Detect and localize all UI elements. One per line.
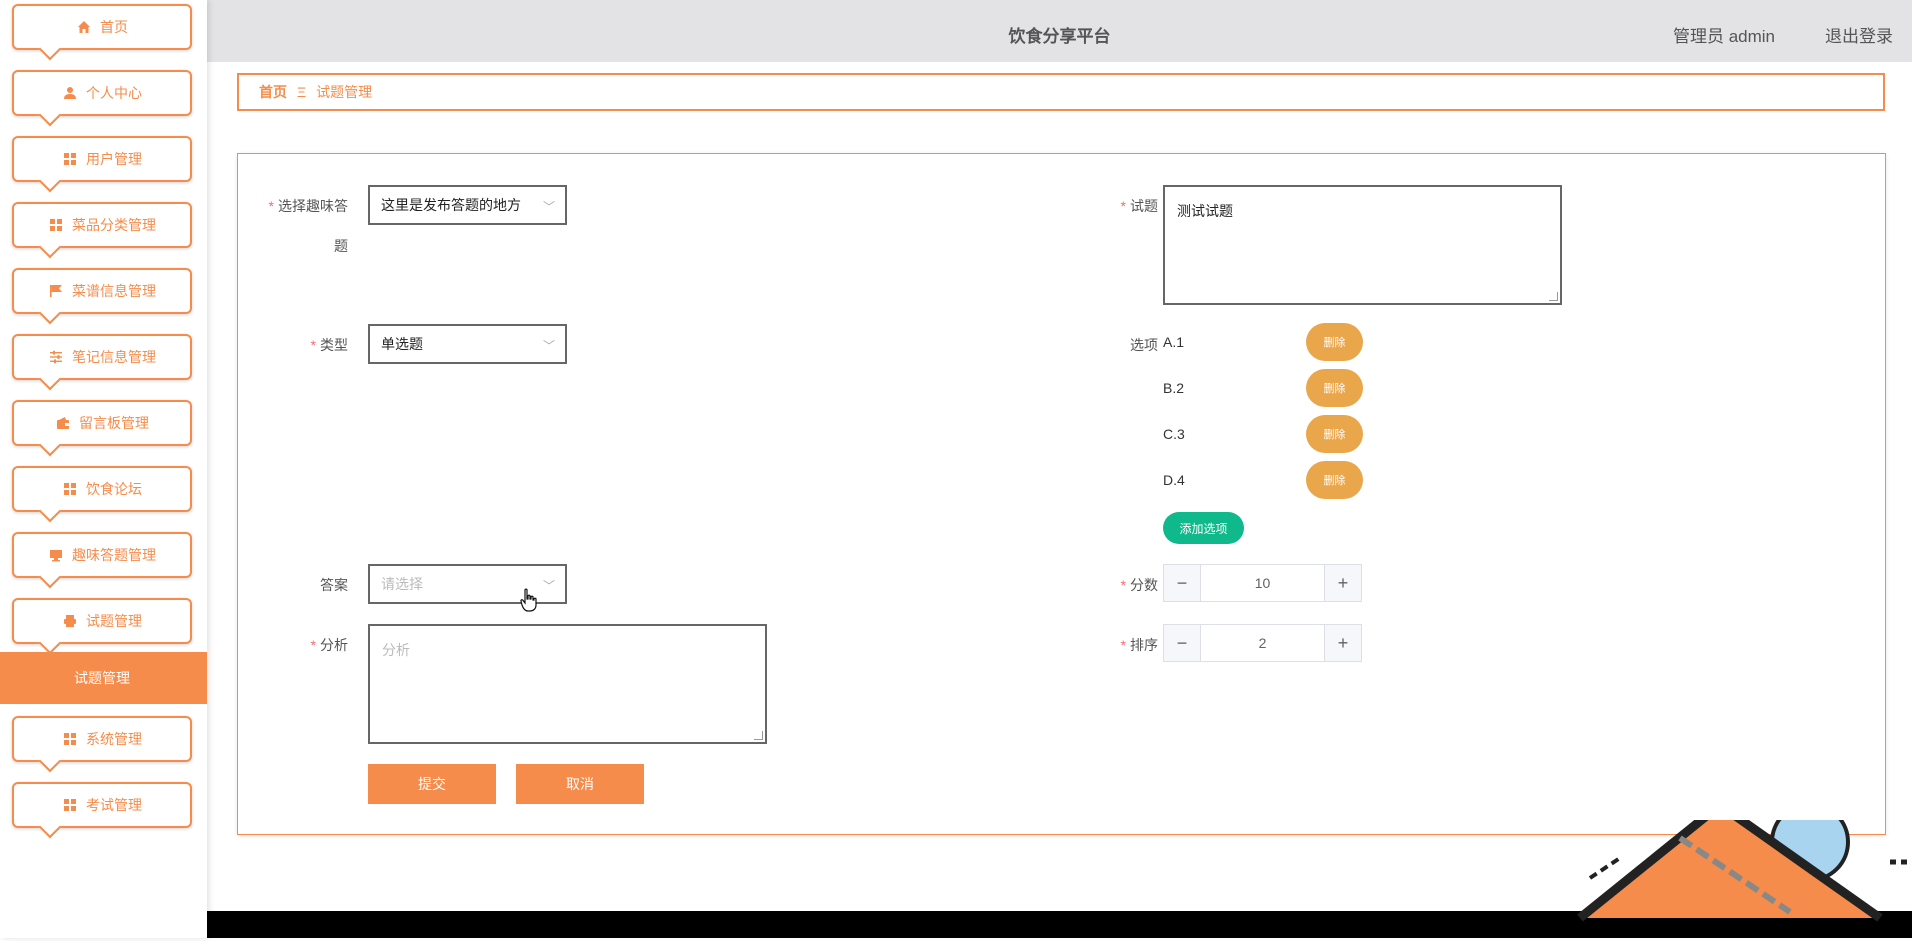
option-text: A.1 <box>1163 334 1185 350</box>
question-textarea[interactable]: 测试试题 <box>1163 185 1562 305</box>
delete-option-button[interactable]: 删除 <box>1306 461 1363 499</box>
breadcrumb: 首页 Ξ 试题管理 <box>237 73 1885 111</box>
sidebar-item-questions[interactable]: 试题管理 <box>12 598 192 644</box>
quiz-select-label-cont: 题 <box>334 238 348 254</box>
hand-cursor-icon <box>520 588 538 615</box>
cancel-button[interactable]: 取消 <box>516 764 644 804</box>
logout-link[interactable]: 退出登录 <box>1825 22 1893 47</box>
sidebar-item-label: 考试管理 <box>86 797 142 813</box>
current-user: 管理员 admin <box>1672 27 1775 46</box>
sidebar-item-label: 首页 <box>100 19 128 35</box>
sidebar-item-notes[interactable]: 笔记信息管理 <box>12 334 192 380</box>
sidebar-item-messages[interactable]: 留言板管理 <box>12 400 192 446</box>
analysis-label: * 分析 <box>310 637 348 653</box>
minus-icon[interactable]: − <box>1164 625 1201 661</box>
chevron-down-icon: ﹀ <box>542 200 555 214</box>
sidebar-item-label: 个人中心 <box>86 85 142 101</box>
sidebar-item-label: 菜谱信息管理 <box>72 283 156 299</box>
sidebar-item-system[interactable]: 系统管理 <box>12 716 192 762</box>
breadcrumb-home[interactable]: 首页 <box>259 82 287 102</box>
score-label: * 分数 <box>1120 577 1158 593</box>
answer-label: 答案 <box>320 577 348 593</box>
answer-select-placeholder: 请选择 <box>381 576 423 592</box>
sidebar-item-label: 趣味答题管理 <box>72 547 156 563</box>
grid-icon <box>62 797 78 813</box>
chevron-down-icon: ﹀ <box>542 579 555 593</box>
analysis-textarea[interactable]: 分析 <box>368 624 767 744</box>
sidebar-item-label: 笔记信息管理 <box>72 349 156 365</box>
score-value[interactable]: 10 <box>1201 565 1324 601</box>
sidebar-item-label: 饮食论坛 <box>86 481 142 497</box>
add-option-button[interactable]: 添加选项 <box>1163 512 1244 544</box>
top-header: 饮食分享平台 管理员 admin 退出登录 <box>207 0 1912 62</box>
sidebar: 首页 个人中心 用户管理 菜品分类管理 菜谱信息管理 笔记信息管理 留言板管理 … <box>0 0 207 938</box>
delete-option-button[interactable]: 删除 <box>1306 415 1363 453</box>
breadcrumb-current: 试题管理 <box>316 84 373 100</box>
order-value[interactable]: 2 <box>1201 625 1324 661</box>
quiz-select[interactable]: 这里是发布答题的地方 ﹀ <box>368 185 567 225</box>
sidebar-subitem-questions-active[interactable]: 试题管理 <box>0 652 207 704</box>
question-label: * 试题 <box>1120 198 1158 214</box>
question-form: * 选择趣味答 题 这里是发布答题的地方 ﹀ * 类型 单选题 ﹀ 答案 请选择 ﹀… <box>237 153 1886 835</box>
sidebar-item-label: 试题管理 <box>86 613 142 629</box>
minus-icon[interactable]: − <box>1164 565 1201 601</box>
svg-text:?: ? <box>1878 820 1893 825</box>
sidebar-item-label: 留言板管理 <box>79 415 149 431</box>
options-label: 选项 <box>1130 337 1158 353</box>
breadcrumb-separator: Ξ <box>297 84 307 100</box>
sidebar-item-users[interactable]: 用户管理 <box>12 136 192 182</box>
resize-handle-icon[interactable] <box>754 731 763 740</box>
monitor-icon <box>48 547 64 563</box>
sidebar-item-label: 用户管理 <box>86 151 142 167</box>
quiz-select-label: * 选择趣味答 <box>268 198 348 214</box>
option-text: C.3 <box>1163 426 1185 442</box>
sidebar-item-forum[interactable]: 饮食论坛 <box>12 466 192 512</box>
analysis-placeholder: 分析 <box>382 642 410 658</box>
type-select[interactable]: 单选题 ﹀ <box>368 324 567 364</box>
sidebar-item-dish-category[interactable]: 菜品分类管理 <box>12 202 192 248</box>
option-text: B.2 <box>1163 380 1185 396</box>
plus-icon[interactable]: + <box>1324 625 1361 661</box>
type-select-value: 单选题 <box>381 336 423 352</box>
sidebar-item-label: 系统管理 <box>86 731 142 747</box>
printer-icon <box>62 613 78 629</box>
type-label: * 类型 <box>310 337 348 353</box>
decorative-illustration: ? <box>1560 795 1912 941</box>
sidebar-item-quiz[interactable]: 趣味答题管理 <box>12 532 192 578</box>
delete-option-button[interactable]: 删除 <box>1306 369 1363 407</box>
grid-icon <box>62 481 78 497</box>
sliders-icon <box>48 349 64 365</box>
sidebar-item-recipe[interactable]: 菜谱信息管理 <box>12 268 192 314</box>
grid-icon <box>62 151 78 167</box>
grid-icon <box>62 731 78 747</box>
resize-handle-icon[interactable] <box>1549 292 1558 301</box>
quiz-select-value: 这里是发布答题的地方 <box>381 197 521 213</box>
sidebar-subitem-label: 试题管理 <box>74 670 130 686</box>
plus-icon[interactable]: + <box>1324 565 1361 601</box>
home-icon <box>76 19 92 35</box>
sidebar-item-exam[interactable]: 考试管理 <box>12 782 192 828</box>
order-label: * 排序 <box>1120 637 1158 653</box>
delete-option-button[interactable]: 删除 <box>1306 323 1363 361</box>
chevron-down-icon: ﹀ <box>542 339 555 353</box>
score-stepper[interactable]: − 10 + <box>1163 564 1362 602</box>
order-stepper[interactable]: − 2 + <box>1163 624 1362 662</box>
sidebar-item-home[interactable]: 首页 <box>12 4 192 50</box>
flag-icon <box>48 283 64 299</box>
option-text: D.4 <box>1163 472 1185 488</box>
user-icon <box>62 85 78 101</box>
submit-button[interactable]: 提交 <box>368 764 496 804</box>
grid-icon <box>48 217 64 233</box>
app-title: 饮食分享平台 <box>1008 27 1111 46</box>
wallet-icon <box>55 415 71 431</box>
question-value: 测试试题 <box>1177 203 1233 219</box>
sidebar-item-profile[interactable]: 个人中心 <box>12 70 192 116</box>
sidebar-item-label: 菜品分类管理 <box>72 217 156 233</box>
